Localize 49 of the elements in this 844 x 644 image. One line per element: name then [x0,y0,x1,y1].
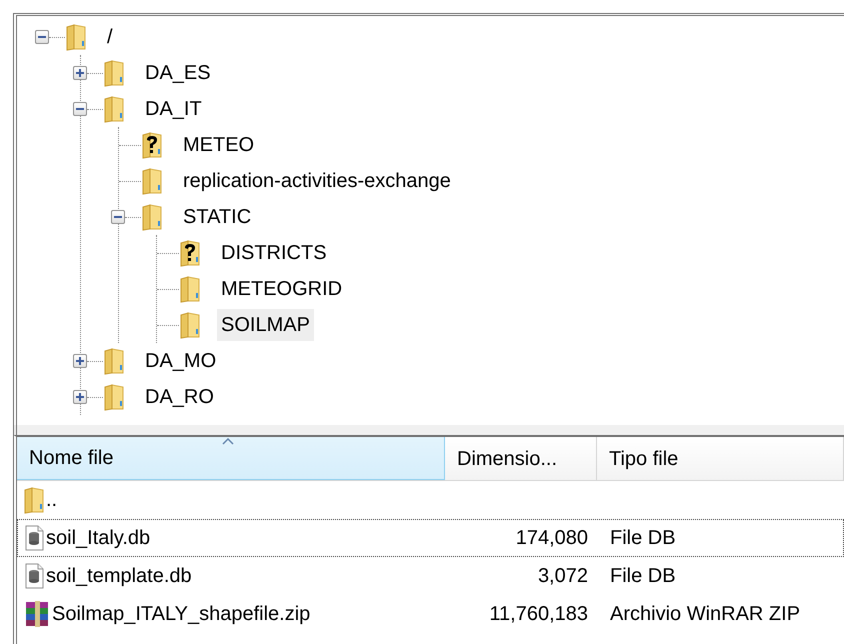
file-type: File DB [610,527,676,549]
tree-item[interactable]: DA_IT [141,93,206,125]
tree-item[interactable]: DISTRICTS [217,237,331,269]
file-type: Archivio WinRAR ZIP [610,603,800,625]
folder-icon [179,275,201,303]
tree-item[interactable]: DA_MO [141,345,220,377]
tree-item[interactable]: DA_ES [141,57,215,89]
expand-toggle-icon[interactable] [73,390,87,404]
file-row[interactable]: Soilmap_ITALY_shapefile.zip 11,760,183 Archivio WinRAR ZIP [17,595,844,633]
column-header[interactable]: Dimensio... [445,437,597,480]
archive-books-icon [23,600,51,628]
folder-icon [23,486,45,514]
file-row[interactable]: .. [17,481,844,519]
collapse-toggle-icon[interactable] [111,210,125,224]
file-size: 3,072 [538,564,588,589]
folder-icon [141,203,163,231]
expand-toggle-icon[interactable] [73,66,87,80]
tree-item[interactable]: STATIC [179,201,256,233]
tree-item[interactable]: METEO [179,129,258,161]
database-file-icon [23,563,45,589]
folder-icon [103,59,125,87]
tree-item[interactable]: DA_RO [141,381,218,413]
file-size: 11,760,183 [489,602,588,627]
tree-item[interactable]: METEOGRID [217,273,346,305]
tree-item[interactable]: / [103,21,117,53]
database-file-icon [23,525,45,551]
folder-icon [141,167,163,195]
collapse-toggle-icon[interactable] [35,30,49,44]
folder-icon [179,311,201,339]
folder-icon [103,383,125,411]
folder-icon [103,95,125,123]
file-name: soil_template.db [46,564,192,589]
file-type: File DB [610,565,676,587]
file-row[interactable]: soil_Italy.db 174,080 File DB [17,519,844,557]
tree-item[interactable]: replication-activities-exchange [179,165,455,197]
folder-icon [103,347,125,375]
file-size: 174,080 [516,526,588,551]
column-header[interactable]: Nome file [17,437,445,480]
file-row[interactable]: soil_template.db 3,072 File DB [17,557,844,595]
file-name: Soilmap_ITALY_shapefile.zip [52,602,310,627]
tree-item[interactable]: SOILMAP [217,309,314,341]
collapse-toggle-icon[interactable] [73,102,87,116]
folder-question-icon [179,239,201,267]
file-name: .. [46,488,58,513]
column-header[interactable]: Tipo file [597,437,844,480]
folder-icon [65,23,87,51]
expand-toggle-icon[interactable] [73,354,87,368]
folder-question-icon [141,131,163,159]
file-name: soil_Italy.db [46,526,150,551]
